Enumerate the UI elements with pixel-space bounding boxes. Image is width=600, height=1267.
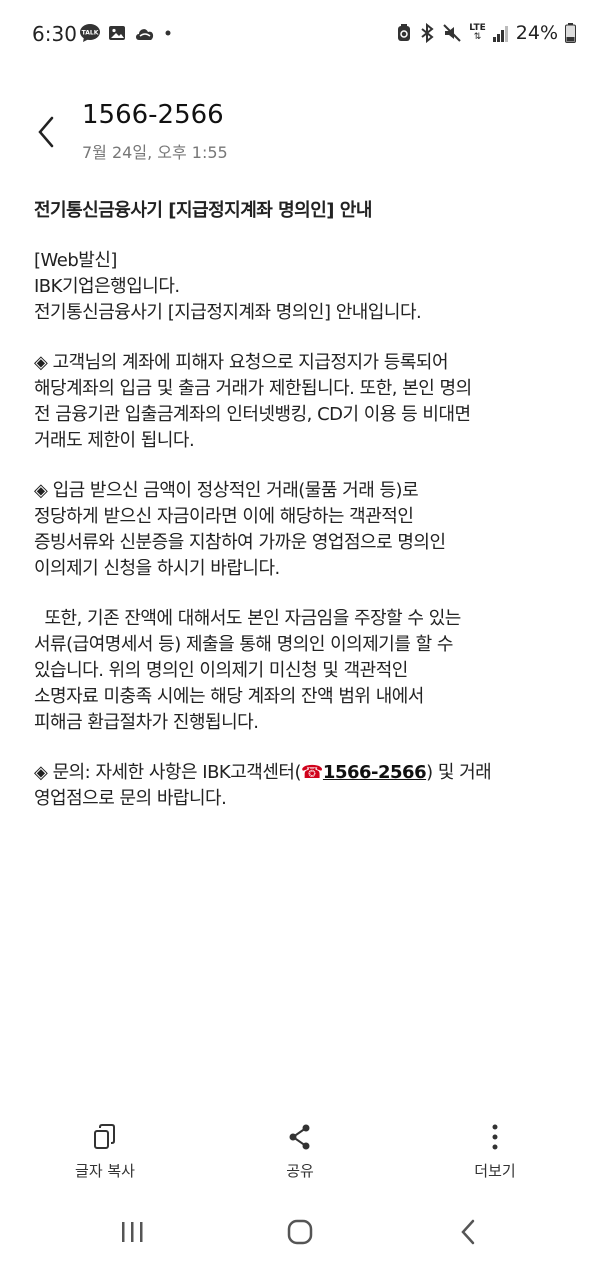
signal-icon [492,24,509,42]
talk-icon: TALK [80,24,100,42]
sync-icon [396,23,412,43]
notification-icons: TALK [80,24,172,42]
back-arrow-icon [38,116,54,148]
nav-back-button[interactable] [448,1214,488,1250]
more-button[interactable]: 더보기 [435,1120,555,1181]
message-date: 7월 24일, 오후 1:55 [82,143,228,162]
message-line: 전기통신금융사기 [지급정지계좌 명의인] 안내입니다. [34,302,422,323]
share-label: 공유 [286,1162,314,1180]
bluetooth-icon [419,23,435,43]
back-icon [461,1219,475,1245]
system-status-icons: LTE ⇅ 24% [396,22,576,44]
message-line: [Web발신] [34,250,117,271]
message-line: 전 금융기관 입출금계좌의 인터넷뱅킹, CD기 이용 등 비대면 [34,404,471,425]
message-body[interactable]: 전기통신금융사기 [지급정지계좌 명의인] 안내 [Web발신] IBK기업은행… [34,198,574,836]
more-vertical-icon [478,1120,512,1154]
message-line: 피해금 환급절차가 진행됩니다. [34,712,259,733]
restriction-paragraph: ◈ 고객님의 계좌에 피해자 요청으로 지급정지가 등록되어 해당계좌의 입금 … [34,350,574,454]
more-label: 더보기 [474,1162,516,1180]
home-icon [287,1219,313,1245]
message-line: 있습니다. 위의 명의인 이의제기 미신청 및 객관적인 [34,660,408,681]
status-time: 6:30 [32,22,77,46]
share-icon [283,1120,317,1154]
contact-prefix: ◈ 문의: 자세한 사항은 IBK고객센터( [34,762,302,783]
image-icon [108,25,126,41]
lte-icon: LTE ⇅ [469,23,486,42]
message-line: 또한, 기존 잔액에 대해서도 본인 자금임을 주장할 수 있는 [34,608,461,629]
objection-paragraph: ◈ 입금 받으신 금액이 정상적인 거래(물품 거래 등)로 정당하게 받으신 … [34,478,574,582]
message-line: 증빙서류와 신분증을 지참하여 가까운 영업점으로 명의인 [34,532,446,553]
contact-suffix: ) 및 거래 [426,762,492,783]
message-line: 거래도 제한이 됩니다. [34,430,195,451]
sender-number: 1566-2566 [82,100,224,130]
svg-text:TALK: TALK [82,30,99,37]
message-line: IBK기업은행입니다. [34,276,180,297]
recent-apps-button[interactable] [112,1214,152,1250]
message-line: 이의제기 신청을 하시기 바랍니다. [34,558,280,579]
intro-paragraph: [Web발신] IBK기업은행입니다. 전기통신금융사기 [지급정지계좌 명의인… [34,248,574,326]
message-line: 서류(급여명세서 등) 제출을 통해 명의인 이의제기를 할 수 [34,634,453,655]
message-line: 소명자료 미충족 시에는 해당 계좌의 잔액 범위 내에서 [34,686,424,707]
battery-percent: 24% [515,22,558,44]
mute-icon [442,23,462,43]
recent-apps-icon [122,1222,143,1242]
battery-icon [565,23,576,43]
home-button[interactable] [280,1214,320,1250]
message-line: 영업점으로 문의 바랍니다. [34,788,227,809]
dot-icon [164,29,172,37]
action-bar: 글자 복사 공유 더보기 [0,1120,600,1190]
copy-text-label: 글자 복사 [75,1162,135,1180]
phone-link[interactable]: 1566-2566 [323,762,427,783]
contact-paragraph: ◈ 문의: 자세한 사항은 IBK고객센터(☎1566-2566) 및 거래 영… [34,760,574,812]
refund-paragraph: 또한, 기존 잔액에 대해서도 본인 자금임을 주장할 수 있는 서류(급여명세… [34,606,574,736]
copy-icon [88,1120,122,1154]
copy-text-button[interactable]: 글자 복사 [45,1120,165,1181]
message-line: 해당계좌의 입금 및 출금 거래가 제한됩니다. 또한, 본인 명의 [34,378,472,399]
share-button[interactable]: 공유 [240,1120,360,1181]
message-title: 전기통신금융사기 [지급정지계좌 명의인] 안내 [34,200,372,221]
cloud-icon [134,24,156,42]
back-button[interactable] [24,112,68,152]
status-bar: 6:30 TALK LTE ⇅ 24% [0,0,600,72]
contact-line: ◈ 문의: 자세한 사항은 IBK고객센터(☎1566-2566) 및 거래 [34,760,574,786]
message-line: 정당하게 받으신 자금이라면 이에 해당하는 객관적인 [34,506,414,527]
navigation-bar [0,1196,600,1267]
message-line: ◈ 입금 받으신 금액이 정상적인 거래(물품 거래 등)로 [34,480,419,501]
phone-emoji-icon: ☎ [301,762,323,783]
message-line: ◈ 고객님의 계좌에 피해자 요청으로 지급정지가 등록되어 [34,352,449,373]
